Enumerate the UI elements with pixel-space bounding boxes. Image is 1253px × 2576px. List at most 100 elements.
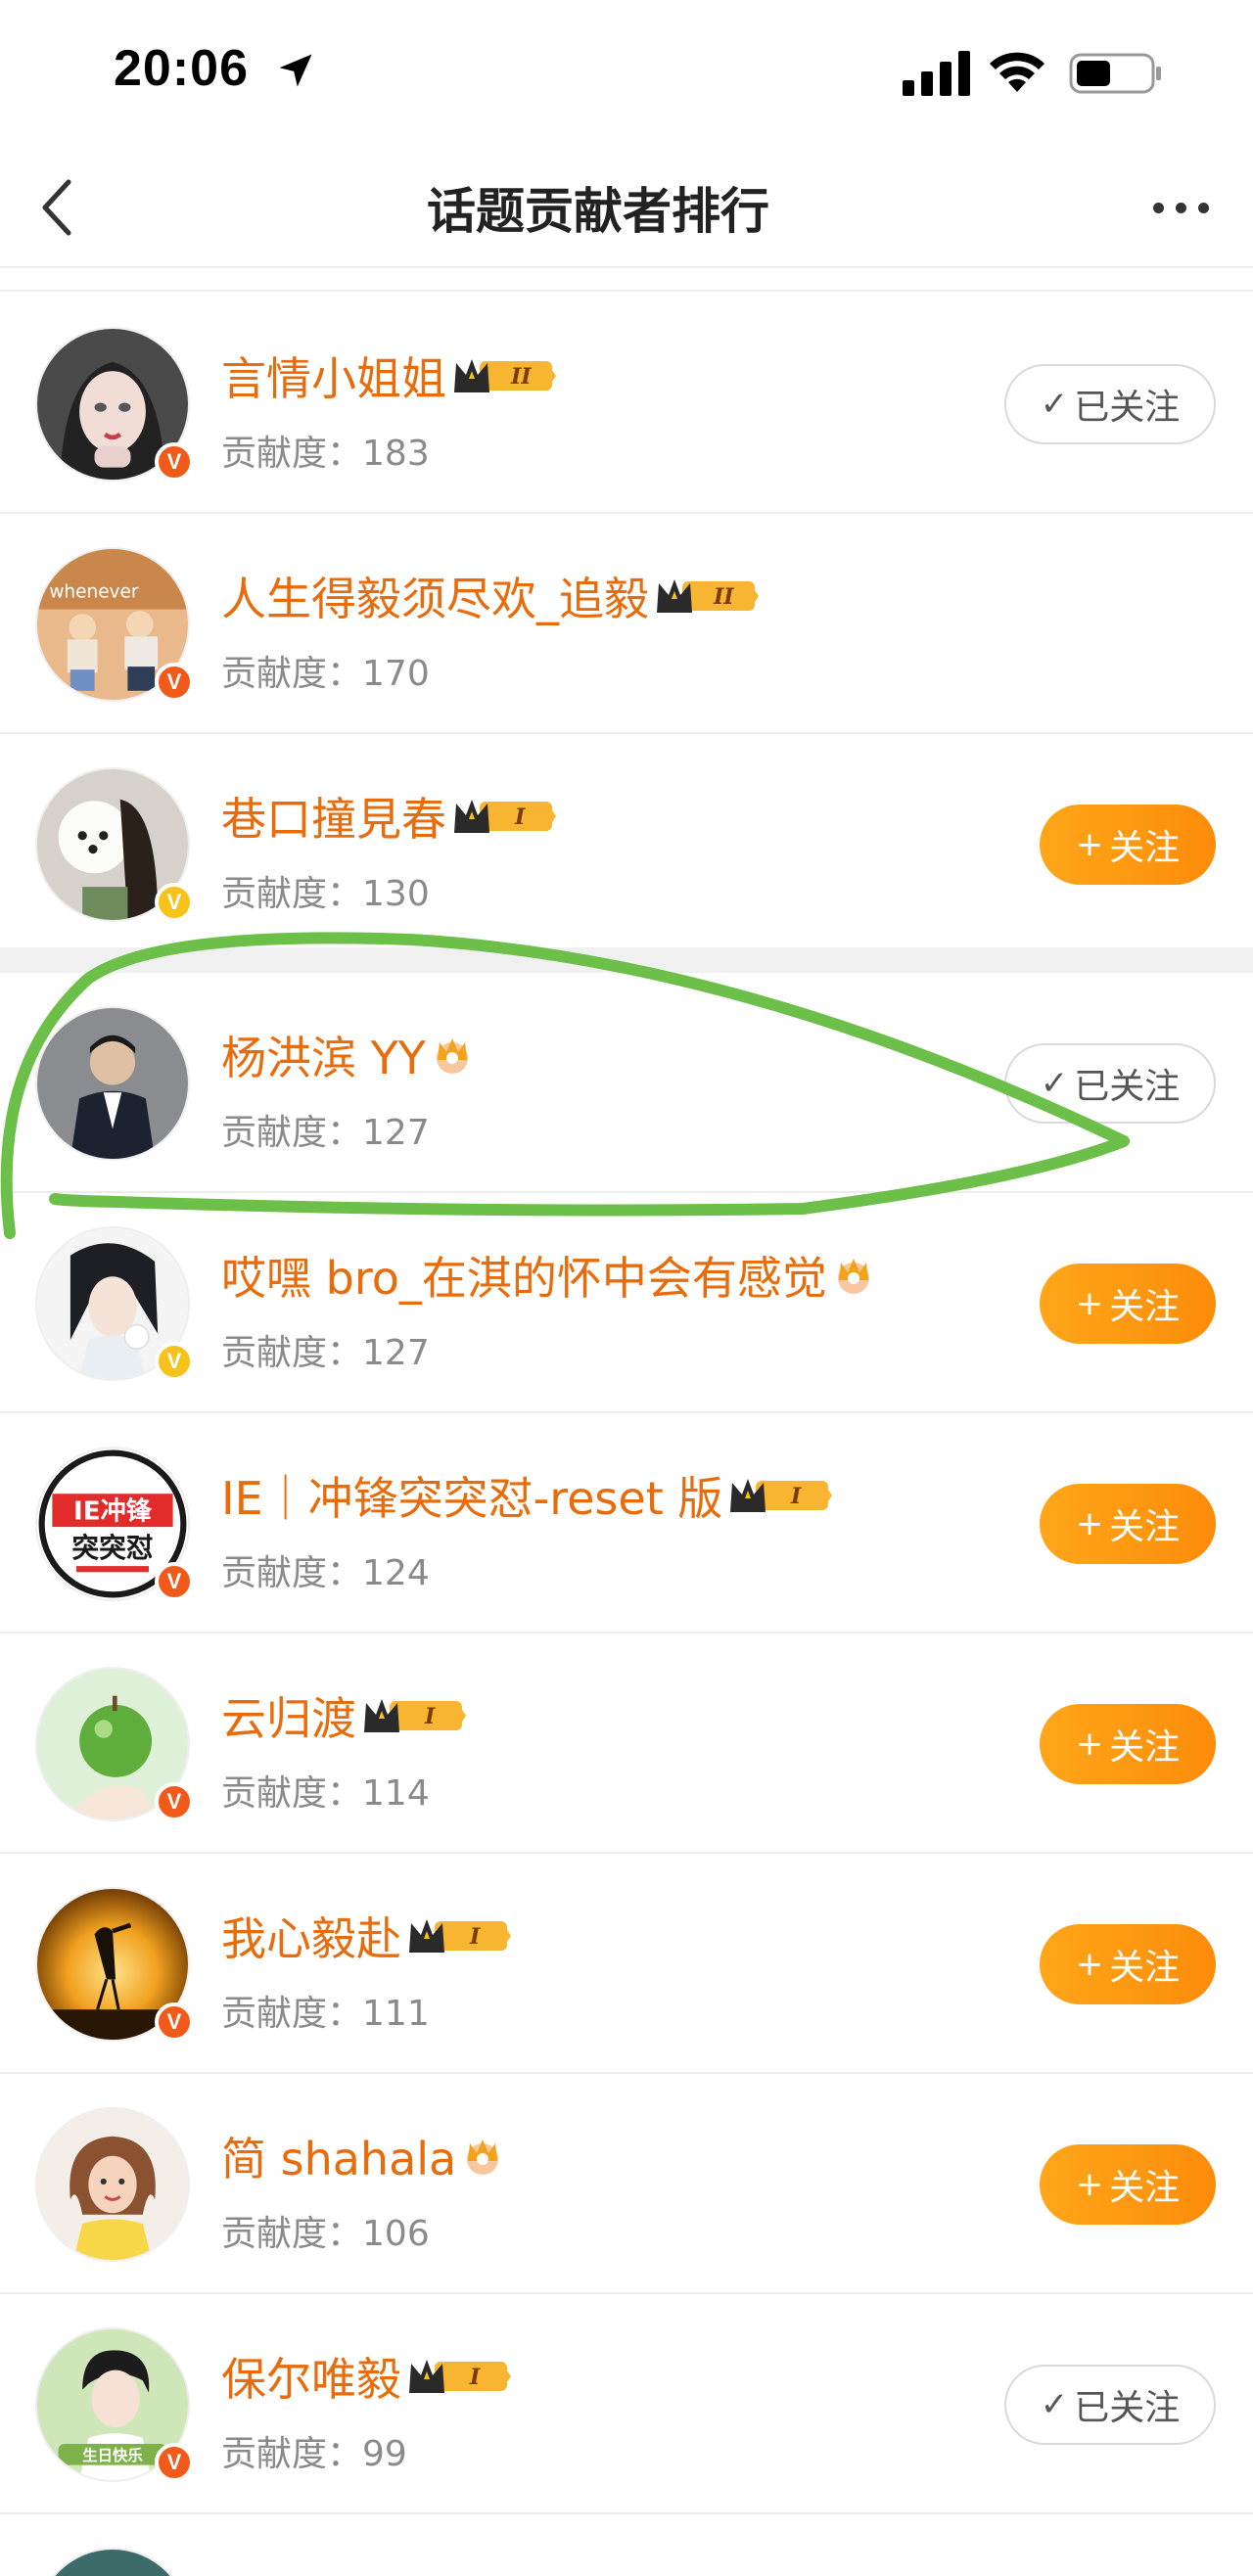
verified-badge-icon: V <box>155 2002 194 2042</box>
crown-badge-icon <box>460 2134 505 2179</box>
follow-button[interactable]: + 关注 <box>1040 1704 1216 1784</box>
contributor-name[interactable]: 人生得毅须尽欢_追毅 <box>221 564 649 628</box>
avatar[interactable] <box>35 2548 190 2576</box>
crown-level-badge-icon: I <box>405 2354 513 2399</box>
follow-button[interactable]: + 关注 <box>1040 1484 1216 1564</box>
followed-label: 已关注 <box>1074 388 1181 428</box>
list-top-divider <box>0 270 1253 292</box>
score-value: 106 <box>362 2214 430 2254</box>
contributor-name[interactable]: 简 shahala <box>221 2124 456 2188</box>
contributor-name[interactable]: 哎嘿 bro_在淇的怀中会有感觉 <box>221 1243 827 1308</box>
followed-button[interactable]: ✓ 已关注 <box>1004 364 1216 444</box>
crown-level-badge-icon: I <box>726 1473 834 1518</box>
contribution-score: 贡献度：127 <box>221 1324 430 1375</box>
contributor-row[interactable]: 生日快乐 V 保尔唯毅 I 贡献度：99 ✓ 已关注 <box>0 2294 1253 2514</box>
contributor-name[interactable]: 巷口撞見春 <box>221 784 446 849</box>
svg-text:I: I <box>424 1704 436 1729</box>
contribution-score: 贡献度：99 <box>221 2425 407 2476</box>
score-value: 130 <box>362 874 430 914</box>
avatar[interactable] <box>35 2107 190 2262</box>
score-value: 127 <box>362 1333 430 1373</box>
contributor-row[interactable]: whenever V 人生得毅须尽欢_追毅 II 贡献度：170 <box>0 514 1253 734</box>
plus-icon: + <box>1075 1504 1104 1543</box>
more-options-button[interactable] <box>1141 186 1220 229</box>
contributor-row[interactable]: V 言情小姐姐 II 贡献度：183 ✓ 已关注 <box>0 294 1253 514</box>
follow-label: 关注 <box>1109 1727 1181 1768</box>
contributor-row[interactable]: V 我心毅赴 I 贡献度：111 + 关注 <box>0 1854 1253 2074</box>
followed-button[interactable]: ✓ 已关注 <box>1004 1043 1216 1124</box>
contributor-name[interactable]: 言情小姐姐 <box>221 344 446 408</box>
follow-button[interactable]: + 关注 <box>1040 2144 1216 2225</box>
score-label: 贡献度： <box>221 654 363 694</box>
avatar[interactable] <box>35 1006 190 1161</box>
crown-badge-icon <box>430 1033 475 1078</box>
contributor-name[interactable]: 保尔唯毅 <box>221 2344 401 2409</box>
follow-button[interactable]: + 关注 <box>1040 1264 1216 1344</box>
verified-badge-icon: V <box>155 1782 194 1821</box>
contributor-name[interactable]: 杨洪滨 YY <box>221 1023 426 1087</box>
follow-button[interactable]: + 关注 <box>1040 1924 1216 2004</box>
avatar-text: 突突怼 <box>71 1532 153 1564</box>
verified-badge-icon: V <box>155 442 194 482</box>
score-value: 170 <box>362 654 430 694</box>
follow-button[interactable]: + 关注 <box>1040 805 1216 885</box>
score-value: 124 <box>362 1553 430 1593</box>
cellular-signal-icon <box>903 51 970 96</box>
score-value: 127 <box>362 1113 430 1153</box>
svg-text:I: I <box>790 1484 802 1509</box>
verified-badge-icon: V <box>155 1562 194 1601</box>
contributor-name[interactable]: 云归渡 <box>221 1683 356 1748</box>
followed-label: 已关注 <box>1074 1067 1181 1107</box>
plus-icon: + <box>1075 1284 1104 1323</box>
contributor-row[interactable]: 简 shahala 贡献度：106 + 关注 <box>0 2074 1253 2294</box>
verified-badge-icon: V <box>155 663 194 702</box>
score-label: 贡献度： <box>221 874 363 914</box>
avatar-image <box>37 1008 188 1159</box>
score-label: 贡献度： <box>221 2214 363 2254</box>
score-value: 114 <box>362 1773 430 1814</box>
follow-label: 关注 <box>1109 2168 1181 2208</box>
score-label: 贡献度： <box>221 434 363 474</box>
contributor-row[interactable]: V 巷口撞見春 I 贡献度：130 + 关注 <box>0 734 1253 954</box>
score-label: 贡献度： <box>221 2434 363 2474</box>
score-value: 111 <box>362 1994 430 2034</box>
location-arrow-icon <box>279 54 312 87</box>
score-label: 贡献度： <box>221 1773 363 1814</box>
svg-text:I: I <box>514 805 526 830</box>
more-dot-icon <box>1197 202 1209 213</box>
follow-label: 关注 <box>1109 828 1181 868</box>
followed-label: 已关注 <box>1074 2388 1181 2428</box>
contributor-row[interactable]: V 云归渡 I 贡献度：114 + 关注 <box>0 1633 1253 1854</box>
more-dot-icon <box>1175 202 1186 213</box>
verified-badge-icon: V <box>155 1342 194 1381</box>
contribution-score: 贡献度：170 <box>221 645 430 696</box>
contribution-score: 贡献度：111 <box>221 1985 430 2036</box>
section-divider <box>0 947 1253 973</box>
score-value: 99 <box>362 2434 407 2474</box>
checkmark-icon: ✓ <box>1040 1064 1069 1103</box>
more-dot-icon <box>1152 202 1164 213</box>
contributor-name[interactable]: 我心毅赴 <box>221 1904 401 1968</box>
contributor-row[interactable]: V 哎嘿 bro_在淇的怀中会有感觉 贡献度：127 + 关注 <box>0 1193 1253 1413</box>
avatar-image <box>37 2109 188 2260</box>
contributor-row[interactable]: 杨洪滨 YY 贡献度：127 ✓ 已关注 <box>0 973 1253 1193</box>
avatar-text: IE冲锋 <box>73 1496 153 1526</box>
followed-button[interactable]: ✓ 已关注 <box>1004 2365 1216 2445</box>
score-value: 183 <box>362 434 430 474</box>
checkmark-icon: ✓ <box>1040 385 1069 424</box>
contributor-row[interactable]: IE冲锋 突突怼 V IE｜冲锋突突怼-reset 版 I 贡献度：124 + 关… <box>0 1413 1253 1633</box>
verified-badge-icon: V <box>155 2443 194 2482</box>
contribution-score: 贡献度：130 <box>221 865 430 916</box>
contribution-score: 贡献度：106 <box>221 2205 430 2256</box>
plus-icon: + <box>1075 1725 1104 1764</box>
wifi-icon <box>990 52 1044 92</box>
avatar-text: whenever <box>49 581 139 602</box>
contribution-score: 贡献度：127 <box>221 1104 430 1155</box>
verified-badge-icon: V <box>155 883 194 922</box>
follow-label: 关注 <box>1109 1287 1181 1327</box>
avatar-image <box>37 2550 188 2576</box>
contributor-name[interactable]: IE｜冲锋突突怼-reset 版 <box>221 1463 722 1528</box>
contributor-row-partial[interactable] <box>0 2514 1253 2576</box>
plus-icon: + <box>1075 1945 1104 1984</box>
score-label: 贡献度： <box>221 1113 363 1153</box>
